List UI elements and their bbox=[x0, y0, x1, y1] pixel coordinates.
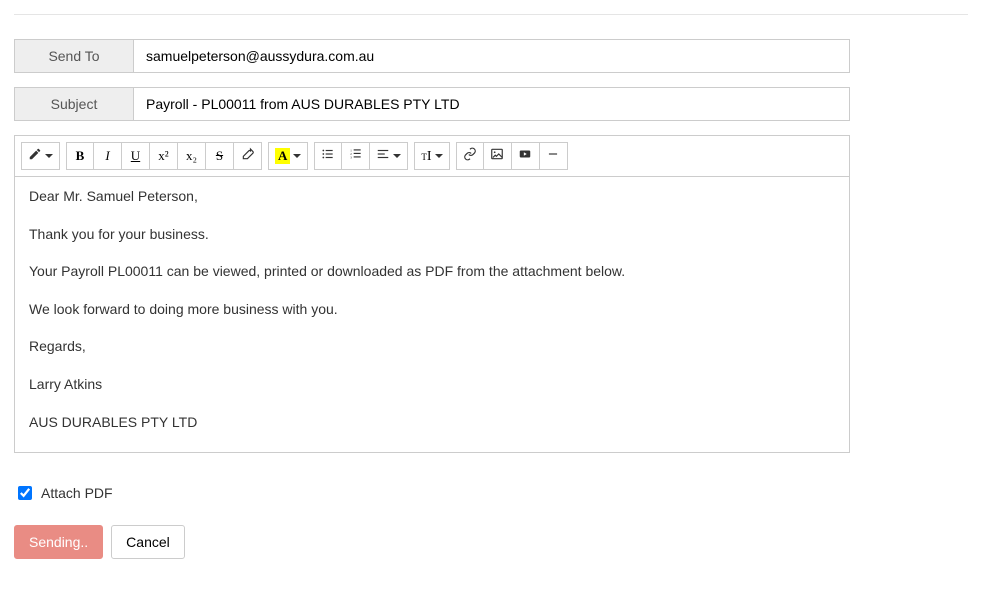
body-line: Your Payroll PL00011 can be viewed, prin… bbox=[29, 262, 835, 282]
cancel-button[interactable]: Cancel bbox=[111, 525, 185, 559]
bold-button[interactable]: B bbox=[66, 142, 94, 170]
bullet-list-button[interactable] bbox=[314, 142, 342, 170]
top-divider bbox=[14, 14, 968, 15]
subject-input[interactable] bbox=[134, 87, 850, 121]
chevron-down-icon bbox=[293, 154, 301, 158]
editor-body[interactable]: Dear Mr. Samuel Peterson, Thank you for … bbox=[15, 177, 849, 452]
body-line: Larry Atkins bbox=[29, 375, 835, 395]
body-line: AUS DURABLES PTY LTD bbox=[29, 413, 835, 433]
text-size-dropdown[interactable]: TI bbox=[414, 142, 449, 170]
align-dropdown[interactable] bbox=[370, 142, 408, 170]
strikethrough-button[interactable]: S bbox=[206, 142, 234, 170]
list-ul-icon bbox=[321, 147, 335, 165]
picture-icon bbox=[490, 147, 504, 165]
attach-pdf-row: Attach PDF bbox=[14, 483, 968, 503]
send-to-row: Send To bbox=[14, 39, 850, 73]
video-button[interactable] bbox=[512, 142, 540, 170]
svg-text:3: 3 bbox=[350, 156, 352, 160]
attach-pdf-checkbox[interactable] bbox=[18, 486, 32, 500]
horizontal-rule-button[interactable] bbox=[540, 142, 568, 170]
ordered-list-button[interactable]: 123 bbox=[342, 142, 370, 170]
text-size-icon: TI bbox=[421, 148, 431, 165]
eraser-button[interactable] bbox=[234, 142, 262, 170]
chevron-down-icon bbox=[45, 154, 53, 158]
subject-label: Subject bbox=[14, 87, 134, 121]
subscript-button[interactable]: x₂ bbox=[178, 142, 206, 170]
link-button[interactable] bbox=[456, 142, 484, 170]
chevron-down-icon bbox=[393, 154, 401, 158]
action-buttons: Sending.. Cancel bbox=[14, 525, 968, 559]
link-icon bbox=[463, 147, 477, 165]
eraser-icon bbox=[241, 147, 255, 165]
picture-button[interactable] bbox=[484, 142, 512, 170]
superscript-button[interactable]: x² bbox=[150, 142, 178, 170]
attach-pdf-label: Attach PDF bbox=[41, 485, 113, 501]
pen-icon bbox=[28, 147, 42, 165]
list-ol-icon: 123 bbox=[349, 147, 363, 165]
body-line: Thank you for your business. bbox=[29, 225, 835, 245]
italic-button[interactable]: I bbox=[94, 142, 122, 170]
send-button[interactable]: Sending.. bbox=[14, 525, 103, 559]
font-color-button[interactable]: A bbox=[268, 142, 308, 170]
send-to-label: Send To bbox=[14, 39, 134, 73]
video-icon bbox=[518, 147, 532, 165]
editor: B I U x² x₂ S A bbox=[14, 135, 850, 453]
subject-row: Subject bbox=[14, 87, 850, 121]
font-color-icon: A bbox=[275, 148, 290, 164]
underline-button[interactable]: U bbox=[122, 142, 150, 170]
body-line: Dear Mr. Samuel Peterson, bbox=[29, 187, 835, 207]
chevron-down-icon bbox=[435, 154, 443, 158]
align-icon bbox=[376, 147, 390, 165]
minus-icon bbox=[546, 147, 560, 165]
body-line: We look forward to doing more business w… bbox=[29, 300, 835, 320]
send-to-input[interactable] bbox=[134, 39, 850, 73]
body-line: Regards, bbox=[29, 337, 835, 357]
style-dropdown[interactable] bbox=[21, 142, 60, 170]
editor-toolbar: B I U x² x₂ S A bbox=[15, 136, 849, 177]
